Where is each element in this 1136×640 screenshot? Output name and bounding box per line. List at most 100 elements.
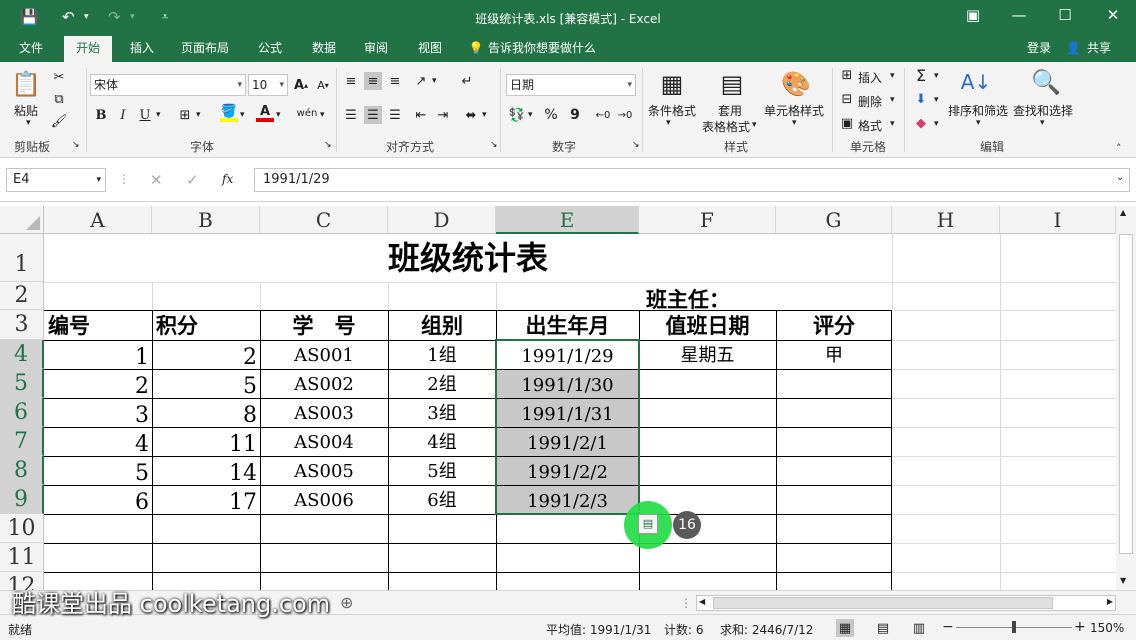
cell-e9[interactable]: 1991/2/3: [496, 486, 639, 517]
insert-function-icon[interactable]: fx: [222, 172, 233, 186]
borders-dropdown-icon[interactable]: ▾: [196, 110, 201, 120]
worksheet-grid[interactable]: A B C D E F G H I 1 2 3 4 5 6 7 8 9 10 1…: [0, 202, 1116, 590]
row-header-3[interactable]: 3: [0, 310, 44, 340]
number-launcher-icon[interactable]: ↘: [632, 140, 640, 150]
cell-a9[interactable]: 6: [44, 486, 152, 520]
zoom-level[interactable]: 150%: [1090, 621, 1124, 635]
scroll-right-icon[interactable]: ▶: [1107, 597, 1113, 606]
cell-d4[interactable]: 1组: [388, 341, 496, 370]
conditional-format-dropdown-icon[interactable]: ▾: [666, 118, 671, 128]
zoom-out-icon[interactable]: −: [942, 619, 954, 635]
currency-icon[interactable]: 💱: [508, 106, 526, 124]
insert-cells-button[interactable]: 插入: [858, 69, 882, 86]
tab-page-layout[interactable]: 页面布局: [172, 36, 238, 62]
column-header-d[interactable]: D: [388, 206, 496, 234]
cell-c6[interactable]: AS003: [260, 399, 388, 428]
column-header-h[interactable]: H: [892, 206, 1000, 234]
cell-c7[interactable]: AS004: [260, 428, 388, 457]
cell-c9[interactable]: AS006: [260, 486, 388, 515]
cell-d8[interactable]: 5组: [388, 457, 496, 486]
ribbon-display-icon[interactable]: ▣: [958, 6, 988, 24]
orientation-dropdown-icon[interactable]: ▾: [432, 76, 437, 86]
underline-dropdown-icon[interactable]: ▾: [156, 110, 161, 120]
comma-button[interactable]: 9: [566, 106, 584, 124]
cell-e4[interactable]: 1991/1/29: [496, 341, 639, 372]
phonetic-dropdown-icon[interactable]: ▾: [320, 110, 325, 120]
cell-d6[interactable]: 3组: [388, 399, 496, 428]
maximize-icon[interactable]: ☐: [1050, 6, 1080, 24]
row-header-8[interactable]: 8: [0, 456, 44, 485]
format-cells-dropdown-icon[interactable]: ▾: [890, 119, 895, 129]
column-header-f[interactable]: F: [639, 206, 776, 234]
tab-data[interactable]: 数据: [302, 36, 346, 62]
underline-button[interactable]: U: [136, 106, 154, 124]
copy-icon[interactable]: ⧉: [50, 90, 68, 108]
cell-e5[interactable]: 1991/1/30: [496, 370, 639, 401]
column-header-b[interactable]: B: [152, 206, 260, 234]
borders-icon[interactable]: ⊞: [176, 106, 194, 124]
currency-dropdown-icon[interactable]: ▾: [528, 110, 533, 120]
split-handle-icon[interactable]: ⋮: [680, 596, 692, 610]
paste-icon[interactable]: 📋: [10, 68, 42, 100]
cell-e7[interactable]: 1991/2/1: [496, 428, 639, 459]
orientation-icon[interactable]: ↗: [412, 72, 430, 90]
find-select-icon[interactable]: 🔍: [1030, 66, 1062, 98]
delete-cells-button[interactable]: 删除: [858, 93, 882, 110]
delete-cells-icon[interactable]: ⊟: [838, 90, 856, 108]
sort-filter-icon[interactable]: A↓: [960, 66, 992, 98]
scroll-left-icon[interactable]: ◀: [699, 597, 705, 606]
cell-g4[interactable]: 甲: [776, 341, 892, 370]
expand-formula-icon[interactable]: ⌄: [1116, 172, 1124, 183]
font-color-icon[interactable]: A: [256, 104, 274, 122]
conditional-format-button[interactable]: 条件格式: [648, 102, 696, 119]
scroll-up-icon[interactable]: ▲: [1120, 208, 1126, 217]
align-left-icon[interactable]: ☰: [342, 106, 360, 124]
decrease-font-icon[interactable]: A ▾: [314, 76, 332, 94]
vertical-scrollbar[interactable]: ▲ ▼: [1116, 206, 1136, 590]
font-launcher-icon[interactable]: ↘: [324, 140, 332, 150]
cell-d9[interactable]: 6组: [388, 486, 496, 515]
row-header-9[interactable]: 9: [0, 485, 44, 514]
find-select-dropdown-icon[interactable]: ▾: [1040, 118, 1045, 128]
bold-button[interactable]: B: [92, 106, 110, 124]
merge-dropdown-icon[interactable]: ▾: [482, 110, 487, 120]
name-box[interactable]: E4 ▾: [6, 168, 106, 192]
row-header-11[interactable]: 11: [0, 543, 44, 572]
close-icon[interactable]: ✕: [1098, 6, 1128, 24]
format-as-table-icon[interactable]: ▤: [716, 68, 748, 100]
tab-file[interactable]: 文件: [8, 36, 54, 62]
alignment-launcher-icon[interactable]: ↘: [490, 140, 498, 150]
format-as-table-dropdown-icon[interactable]: ▾: [752, 120, 757, 130]
column-header-i[interactable]: I: [1000, 206, 1116, 234]
format-cells-icon[interactable]: ▣: [838, 114, 856, 132]
sort-filter-dropdown-icon[interactable]: ▾: [976, 118, 981, 128]
insert-cells-dropdown-icon[interactable]: ▾: [890, 71, 895, 81]
cell-d7[interactable]: 4组: [388, 428, 496, 457]
wrap-text-icon[interactable]: ↵: [458, 72, 476, 90]
number-format-combo[interactable]: 日期 ▾: [506, 74, 636, 96]
font-name-combo[interactable]: 宋体 ▾: [90, 74, 246, 96]
clear-icon[interactable]: ◆: [912, 114, 930, 132]
horizontal-scrollbar[interactable]: ◀ ▶: [696, 595, 1116, 611]
format-cells-button[interactable]: 格式: [858, 117, 882, 134]
align-center-icon[interactable]: ☰: [364, 106, 382, 124]
format-as-table-button-line1[interactable]: 套用: [718, 102, 742, 119]
format-as-table-button-line2[interactable]: 表格格式: [702, 118, 750, 135]
column-header-c[interactable]: C: [260, 206, 388, 234]
percent-button[interactable]: %: [542, 106, 560, 124]
column-header-e[interactable]: E: [496, 206, 639, 234]
delete-cells-dropdown-icon[interactable]: ▾: [890, 95, 895, 105]
cell-e6[interactable]: 1991/1/31: [496, 399, 639, 430]
horizontal-scroll-thumb[interactable]: [713, 597, 1053, 609]
increase-decimal-icon[interactable]: ←0: [594, 106, 612, 124]
row-header-1[interactable]: 1: [0, 234, 44, 282]
auto-fill-options-button[interactable]: ▤: [638, 514, 658, 534]
paste-button[interactable]: 粘贴: [14, 102, 38, 119]
cell-d5[interactable]: 2组: [388, 370, 496, 399]
italic-button[interactable]: I: [114, 106, 132, 124]
row-header-2[interactable]: 2: [0, 282, 44, 310]
cut-icon[interactable]: ✂: [50, 68, 68, 86]
align-bottom-icon[interactable]: ≡: [386, 72, 404, 90]
conditional-format-icon[interactable]: ▦: [656, 68, 688, 100]
login-button[interactable]: 登录: [1022, 36, 1056, 62]
